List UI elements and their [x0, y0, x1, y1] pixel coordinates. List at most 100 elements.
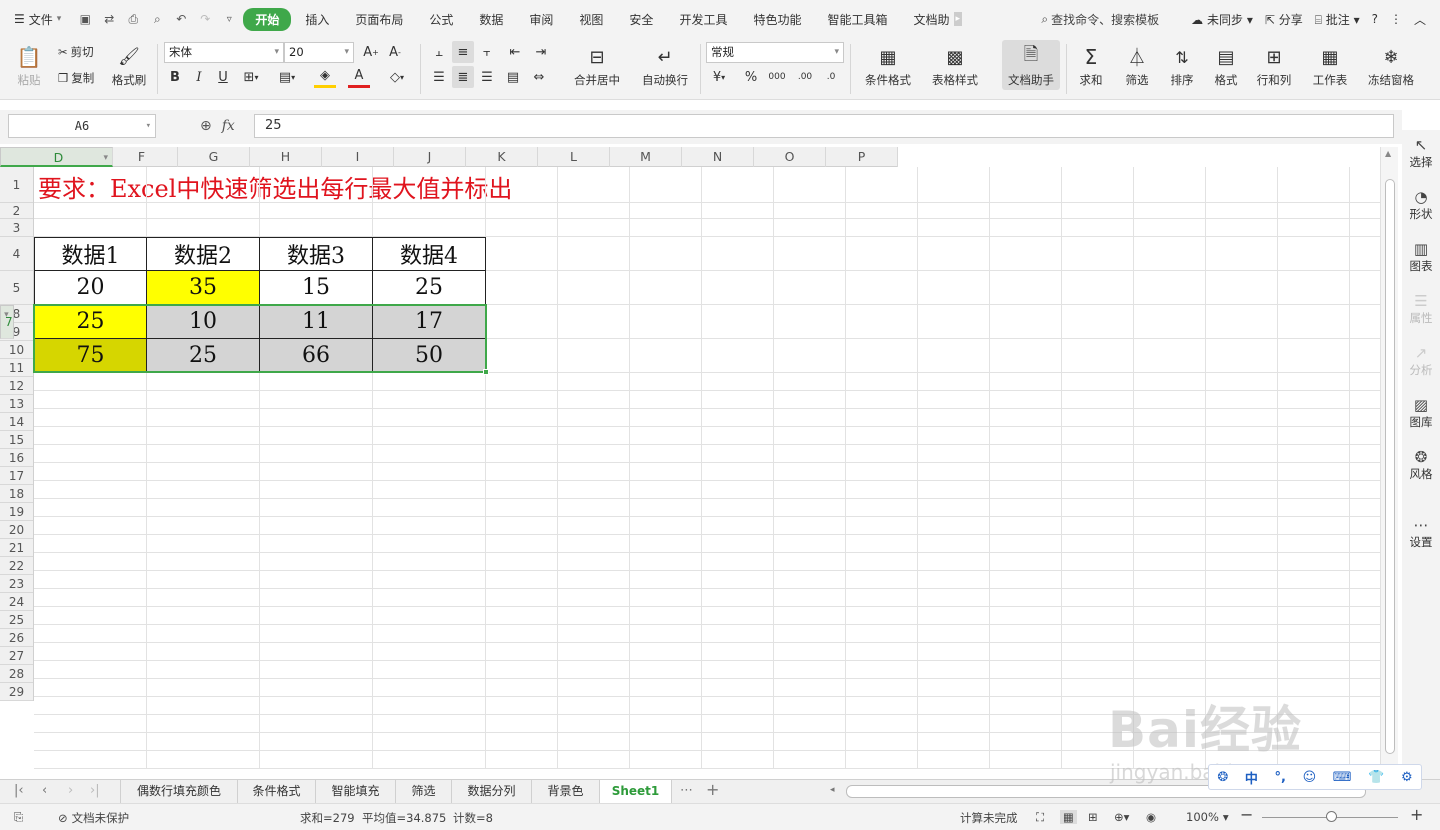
- row-header-16[interactable]: 16: [0, 449, 33, 467]
- row-col-button[interactable]: ⊞ 行和列: [1250, 42, 1298, 88]
- row-header-15[interactable]: 15: [0, 431, 33, 449]
- sort-button[interactable]: ⇅ 排序: [1162, 42, 1202, 88]
- name-box[interactable]: A6: [8, 114, 156, 138]
- format-painter-button[interactable]: 🖌 格式刷: [108, 42, 150, 88]
- data-cell[interactable]: 15: [260, 271, 373, 305]
- side-style-button[interactable]: ❂ 风格: [1402, 448, 1440, 482]
- max-value-cell[interactable]: 75: [34, 339, 147, 373]
- wrap-text-button[interactable]: ↵ 自动换行: [636, 42, 694, 88]
- undo-icon[interactable]: ↶: [173, 11, 189, 27]
- sheet-tab-active[interactable]: Sheet1: [600, 780, 672, 803]
- max-value-cell[interactable]: 35: [147, 271, 260, 305]
- title-cell[interactable]: 要求：Excel中快速筛选出每行最大值并标出: [38, 169, 512, 204]
- data-cell[interactable]: 10: [147, 305, 260, 339]
- ime-settings-icon[interactable]: ⚙: [1401, 770, 1413, 785]
- side-chart-button[interactable]: ▥ 图表: [1402, 240, 1440, 274]
- tab-developer[interactable]: 开发工具: [667, 8, 739, 31]
- increase-font-icon[interactable]: A +: [360, 41, 382, 63]
- row-header-1[interactable]: 1: [0, 167, 33, 203]
- ime-emoji-icon[interactable]: ☺: [1303, 770, 1317, 785]
- side-select-button[interactable]: ↖ 选择: [1402, 136, 1440, 170]
- worksheet-button[interactable]: ▦ 工作表: [1306, 42, 1354, 88]
- macro-icon[interactable]: ⎘: [14, 810, 23, 825]
- currency-icon[interactable]: ¥ ▾: [708, 66, 730, 88]
- side-gallery-button[interactable]: ▨ 图库: [1402, 396, 1440, 430]
- row-header-4[interactable]: 4: [0, 237, 33, 271]
- ime-toolbar[interactable]: ❂ 中 °, ☺ ⌨ 👕 ⚙: [1208, 764, 1422, 790]
- sum-button[interactable]: Σ 求和: [1070, 42, 1112, 88]
- distributed-icon[interactable]: ⇔: [528, 66, 550, 88]
- eye-protect-icon[interactable]: ◉: [1146, 810, 1156, 824]
- font-size-select[interactable]: 20: [284, 42, 354, 63]
- row-header-14[interactable]: 14: [0, 413, 33, 431]
- side-settings-button[interactable]: ⋯ 设置: [1402, 516, 1440, 550]
- row-header-27[interactable]: 27: [0, 647, 33, 665]
- sheet-tab[interactable]: 数据分列: [452, 780, 532, 803]
- justify-icon[interactable]: ▤: [502, 66, 524, 88]
- merge-center-button[interactable]: ⊟ 合并居中: [566, 42, 628, 88]
- tab-data[interactable]: 数据: [467, 8, 515, 31]
- tab-review[interactable]: 审阅: [517, 8, 565, 31]
- ime-skin-icon[interactable]: 👕: [1368, 770, 1384, 785]
- row-header-12[interactable]: 12: [0, 377, 33, 395]
- decrease-font-icon[interactable]: A-: [384, 41, 406, 63]
- first-sheet-icon[interactable]: |‹: [14, 783, 24, 798]
- redo-icon[interactable]: ↷: [197, 11, 213, 27]
- align-bottom-icon[interactable]: ⫟: [476, 41, 498, 63]
- row-header-28[interactable]: 28: [0, 665, 33, 683]
- command-search[interactable]: ⌕ 查找命令、搜索模板: [1041, 11, 1159, 28]
- filter-button[interactable]: ⏃ 筛选: [1116, 42, 1158, 88]
- clear-icon[interactable]: ◇ ▾: [386, 66, 408, 88]
- header-cell[interactable]: 数据1: [34, 237, 147, 271]
- data-cell[interactable]: 20: [34, 271, 147, 305]
- tab-insert[interactable]: 插入: [293, 8, 341, 31]
- number-format-select[interactable]: 常规: [706, 42, 844, 63]
- format-button[interactable]: ▤ 格式: [1206, 42, 1246, 88]
- percent-icon[interactable]: %: [740, 66, 762, 88]
- help-icon[interactable]: ?: [1372, 12, 1378, 26]
- doc-assistant-button[interactable]: 🗎 文档助手: [1002, 40, 1060, 90]
- align-right-icon[interactable]: ☰: [476, 66, 498, 88]
- sheet-tab[interactable]: 智能填充: [316, 780, 396, 803]
- underline-icon[interactable]: U: [212, 66, 234, 88]
- fx-icon[interactable]: fx: [222, 118, 235, 134]
- column-header-P[interactable]: P: [826, 147, 898, 167]
- more-icon[interactable]: ⋮: [1390, 12, 1402, 26]
- zoom-in-icon[interactable]: +: [1410, 805, 1423, 824]
- zoom-level[interactable]: 100% ▾: [1186, 810, 1229, 824]
- column-header-D[interactable]: D: [0, 147, 113, 168]
- column-header-G[interactable]: G: [178, 147, 250, 167]
- tab-doc-assistant[interactable]: 文档助: [901, 8, 951, 31]
- column-header-K[interactable]: K: [466, 147, 538, 167]
- row-header-11[interactable]: 11: [0, 359, 33, 377]
- zoom-out-icon[interactable]: −: [1240, 805, 1253, 824]
- side-properties-button[interactable]: ☰ 属性: [1402, 292, 1440, 326]
- tab-smart-toolbox[interactable]: 智能工具箱: [815, 8, 899, 31]
- thousands-icon[interactable]: 000: [766, 66, 788, 88]
- last-sheet-icon[interactable]: ›|: [90, 783, 100, 798]
- data-cell[interactable]: 50: [373, 339, 486, 373]
- customize-chevron-icon[interactable]: ▿: [221, 11, 237, 27]
- align-middle-icon[interactable]: ≡: [452, 41, 474, 63]
- column-header-L[interactable]: L: [538, 147, 610, 167]
- share-button[interactable]: ⇱ 分享: [1265, 11, 1303, 28]
- decrease-indent-icon[interactable]: ⇤: [504, 41, 526, 63]
- spreadsheet-grid[interactable]: ABCDEFGHIJKLMNOP 12345678910111213141516…: [0, 147, 1380, 779]
- prev-sheet-icon[interactable]: ‹: [42, 783, 47, 798]
- header-cell[interactable]: 数据3: [260, 237, 373, 271]
- row-header-5[interactable]: 5: [0, 271, 33, 305]
- sync-button[interactable]: ☁ 未同步 ▾: [1191, 11, 1253, 28]
- row-header-19[interactable]: 19: [0, 503, 33, 521]
- zoom-slider-thumb[interactable]: [1326, 811, 1337, 822]
- row-header-26[interactable]: 26: [0, 629, 33, 647]
- cut-button[interactable]: ✂ 剪切: [58, 44, 94, 60]
- normal-view-icon[interactable]: ▦: [1060, 810, 1077, 824]
- next-sheet-icon[interactable]: ›: [68, 783, 73, 798]
- conditional-format-button[interactable]: ▦ 条件格式: [858, 42, 918, 88]
- data-cell[interactable]: 25: [147, 339, 260, 373]
- side-shapes-button[interactable]: ◔ 形状: [1402, 188, 1440, 222]
- copy-button[interactable]: ❐ 复制: [58, 70, 94, 86]
- paste-button[interactable]: 📋 粘贴: [10, 42, 48, 88]
- column-header-H[interactable]: H: [250, 147, 322, 167]
- protect-status[interactable]: ⊘ 文档未保护: [58, 810, 129, 826]
